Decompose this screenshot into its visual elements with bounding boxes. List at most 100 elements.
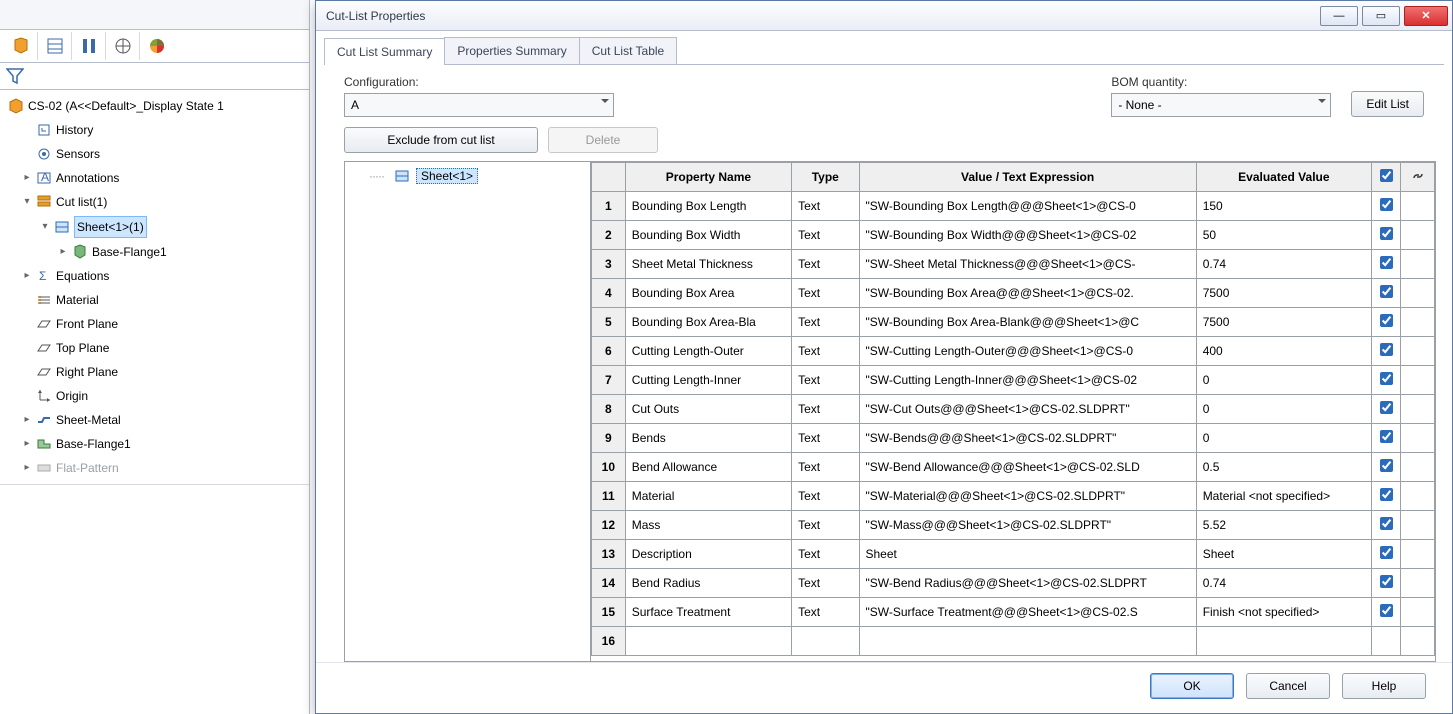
cell-expression[interactable]: "SW-Cut Outs@@@Sheet<1>@CS-02.SLDPRT" bbox=[859, 395, 1196, 424]
cell-expression[interactable]: "SW-Bend Radius@@@Sheet<1>@CS-02.SLDPRT bbox=[859, 569, 1196, 598]
cell-type[interactable]: Text bbox=[792, 279, 859, 308]
cell-checkbox[interactable] bbox=[1372, 337, 1401, 366]
maximize-button[interactable]: ▭ bbox=[1362, 6, 1400, 26]
header-property-name[interactable]: Property Name bbox=[625, 163, 791, 192]
cell-evaluated[interactable]: 7500 bbox=[1196, 279, 1371, 308]
table-row[interactable]: 2Bounding Box WidthText"SW-Bounding Box … bbox=[592, 221, 1435, 250]
cell-evaluated[interactable]: 5.52 bbox=[1196, 511, 1371, 540]
cell-evaluated[interactable]: 0.74 bbox=[1196, 250, 1371, 279]
row-checkbox[interactable] bbox=[1380, 546, 1393, 559]
cell-link[interactable] bbox=[1401, 366, 1435, 395]
cell-link[interactable] bbox=[1401, 308, 1435, 337]
cell-type[interactable]: Text bbox=[792, 482, 859, 511]
edit-list-button[interactable]: Edit List bbox=[1351, 91, 1424, 117]
cell-checkbox[interactable] bbox=[1372, 569, 1401, 598]
tab-cutlist-table[interactable]: Cut List Table bbox=[579, 37, 678, 64]
cell-type[interactable]: Text bbox=[792, 395, 859, 424]
cell-link[interactable] bbox=[1401, 540, 1435, 569]
dimexpert-icon[interactable] bbox=[106, 32, 140, 60]
cell-expression[interactable] bbox=[859, 627, 1196, 656]
cell-type[interactable]: Text bbox=[792, 366, 859, 395]
cell-type[interactable]: Text bbox=[792, 308, 859, 337]
cell-property-name[interactable]: Mass bbox=[625, 511, 791, 540]
cancel-button[interactable]: Cancel bbox=[1246, 673, 1330, 699]
cell-checkbox[interactable] bbox=[1372, 511, 1401, 540]
cell-property-name[interactable]: Description bbox=[625, 540, 791, 569]
table-row[interactable]: 6Cutting Length-OuterText"SW-Cutting Len… bbox=[592, 337, 1435, 366]
cell-checkbox[interactable] bbox=[1372, 192, 1401, 221]
row-checkbox[interactable] bbox=[1380, 256, 1393, 269]
cell-evaluated[interactable]: 50 bbox=[1196, 221, 1371, 250]
cell-evaluated[interactable]: 0 bbox=[1196, 366, 1371, 395]
display-manager-icon[interactable] bbox=[140, 32, 174, 60]
cell-link[interactable] bbox=[1401, 511, 1435, 540]
cell-expression[interactable]: "SW-Cutting Length-Outer@@@Sheet<1>@CS-0 bbox=[859, 337, 1196, 366]
tree-item[interactable]: ▾Sheet<1>(1) bbox=[0, 214, 309, 240]
delete-button[interactable]: Delete bbox=[548, 127, 658, 153]
table-row[interactable]: 11MaterialText"SW-Material@@@Sheet<1>@CS… bbox=[592, 482, 1435, 511]
cell-type[interactable]: Text bbox=[792, 598, 859, 627]
properties-table-wrapper[interactable]: Property Name Type Value / Text Expressi… bbox=[591, 162, 1435, 661]
table-row[interactable]: 3Sheet Metal ThicknessText"SW-Sheet Meta… bbox=[592, 250, 1435, 279]
cell-property-name[interactable]: Bends bbox=[625, 424, 791, 453]
cell-property-name[interactable]: Bounding Box Width bbox=[625, 221, 791, 250]
tree-item[interactable]: Top Plane bbox=[0, 336, 309, 360]
cell-type[interactable]: Text bbox=[792, 511, 859, 540]
cell-property-name[interactable]: Surface Treatment bbox=[625, 598, 791, 627]
expand-toggle[interactable]: ▸ bbox=[58, 242, 68, 262]
cell-property-name[interactable]: Material bbox=[625, 482, 791, 511]
cell-property-name[interactable]: Sheet Metal Thickness bbox=[625, 250, 791, 279]
feature-manager-icon[interactable] bbox=[4, 32, 38, 60]
row-checkbox[interactable] bbox=[1380, 198, 1393, 211]
cell-property-name[interactable]: Bounding Box Area bbox=[625, 279, 791, 308]
expand-toggle[interactable]: ▸ bbox=[22, 458, 32, 478]
cell-type[interactable]: Text bbox=[792, 337, 859, 366]
cell-property-name[interactable]: Bend Radius bbox=[625, 569, 791, 598]
bom-quantity-dropdown[interactable]: - None - bbox=[1111, 93, 1331, 117]
cell-checkbox[interactable] bbox=[1372, 366, 1401, 395]
cell-type[interactable] bbox=[792, 627, 859, 656]
filter-icon[interactable] bbox=[6, 67, 24, 85]
config-manager-icon[interactable] bbox=[72, 32, 106, 60]
cell-type[interactable]: Text bbox=[792, 192, 859, 221]
row-checkbox[interactable] bbox=[1380, 575, 1393, 588]
tree-item[interactable]: History bbox=[0, 118, 309, 142]
table-row[interactable]: 7Cutting Length-InnerText"SW-Cutting Len… bbox=[592, 366, 1435, 395]
cell-evaluated[interactable]: 0.74 bbox=[1196, 569, 1371, 598]
cell-property-name[interactable]: Cutting Length-Inner bbox=[625, 366, 791, 395]
cell-evaluated[interactable]: Finish <not specified> bbox=[1196, 598, 1371, 627]
tree-item[interactable]: ▸ΣEquations bbox=[0, 264, 309, 288]
dialog-titlebar[interactable]: Cut-List Properties — ▭ ✕ bbox=[316, 1, 1452, 31]
row-checkbox[interactable] bbox=[1380, 430, 1393, 443]
tab-cutlist-summary[interactable]: Cut List Summary bbox=[324, 38, 445, 65]
cell-evaluated[interactable]: 400 bbox=[1196, 337, 1371, 366]
cell-checkbox[interactable] bbox=[1372, 540, 1401, 569]
cell-evaluated[interactable]: Sheet bbox=[1196, 540, 1371, 569]
table-row[interactable]: 9BendsText"SW-Bends@@@Sheet<1>@CS-02.SLD… bbox=[592, 424, 1435, 453]
header-evaluated[interactable]: Evaluated Value bbox=[1196, 163, 1371, 192]
table-row[interactable]: 15Surface TreatmentText"SW-Surface Treat… bbox=[592, 598, 1435, 627]
cell-expression[interactable]: "SW-Bounding Box Width@@@Sheet<1>@CS-02 bbox=[859, 221, 1196, 250]
cell-property-name[interactable]: Bounding Box Area-Bla bbox=[625, 308, 791, 337]
cell-property-name[interactable]: Cut Outs bbox=[625, 395, 791, 424]
cell-property-name[interactable]: Cutting Length-Outer bbox=[625, 337, 791, 366]
expand-toggle[interactable]: ▸ bbox=[22, 410, 32, 430]
expand-toggle[interactable]: ▾ bbox=[22, 192, 32, 212]
cell-evaluated[interactable]: 0.5 bbox=[1196, 453, 1371, 482]
cell-checkbox[interactable] bbox=[1372, 221, 1401, 250]
row-checkbox[interactable] bbox=[1380, 604, 1393, 617]
cell-checkbox[interactable] bbox=[1372, 424, 1401, 453]
cell-type[interactable]: Text bbox=[792, 540, 859, 569]
cell-checkbox[interactable] bbox=[1372, 453, 1401, 482]
cell-checkbox[interactable] bbox=[1372, 395, 1401, 424]
expand-toggle[interactable]: ▾ bbox=[40, 217, 50, 237]
cell-evaluated[interactable]: 0 bbox=[1196, 395, 1371, 424]
table-row[interactable]: 13DescriptionTextSheetSheet bbox=[592, 540, 1435, 569]
table-row[interactable]: 8Cut OutsText"SW-Cut Outs@@@Sheet<1>@CS-… bbox=[592, 395, 1435, 424]
header-link[interactable] bbox=[1401, 163, 1435, 192]
tree-item[interactable]: Sensors bbox=[0, 142, 309, 166]
cell-expression[interactable]: "SW-Mass@@@Sheet<1>@CS-02.SLDPRT" bbox=[859, 511, 1196, 540]
header-type[interactable]: Type bbox=[792, 163, 859, 192]
property-manager-icon[interactable] bbox=[38, 32, 72, 60]
cell-checkbox[interactable] bbox=[1372, 598, 1401, 627]
